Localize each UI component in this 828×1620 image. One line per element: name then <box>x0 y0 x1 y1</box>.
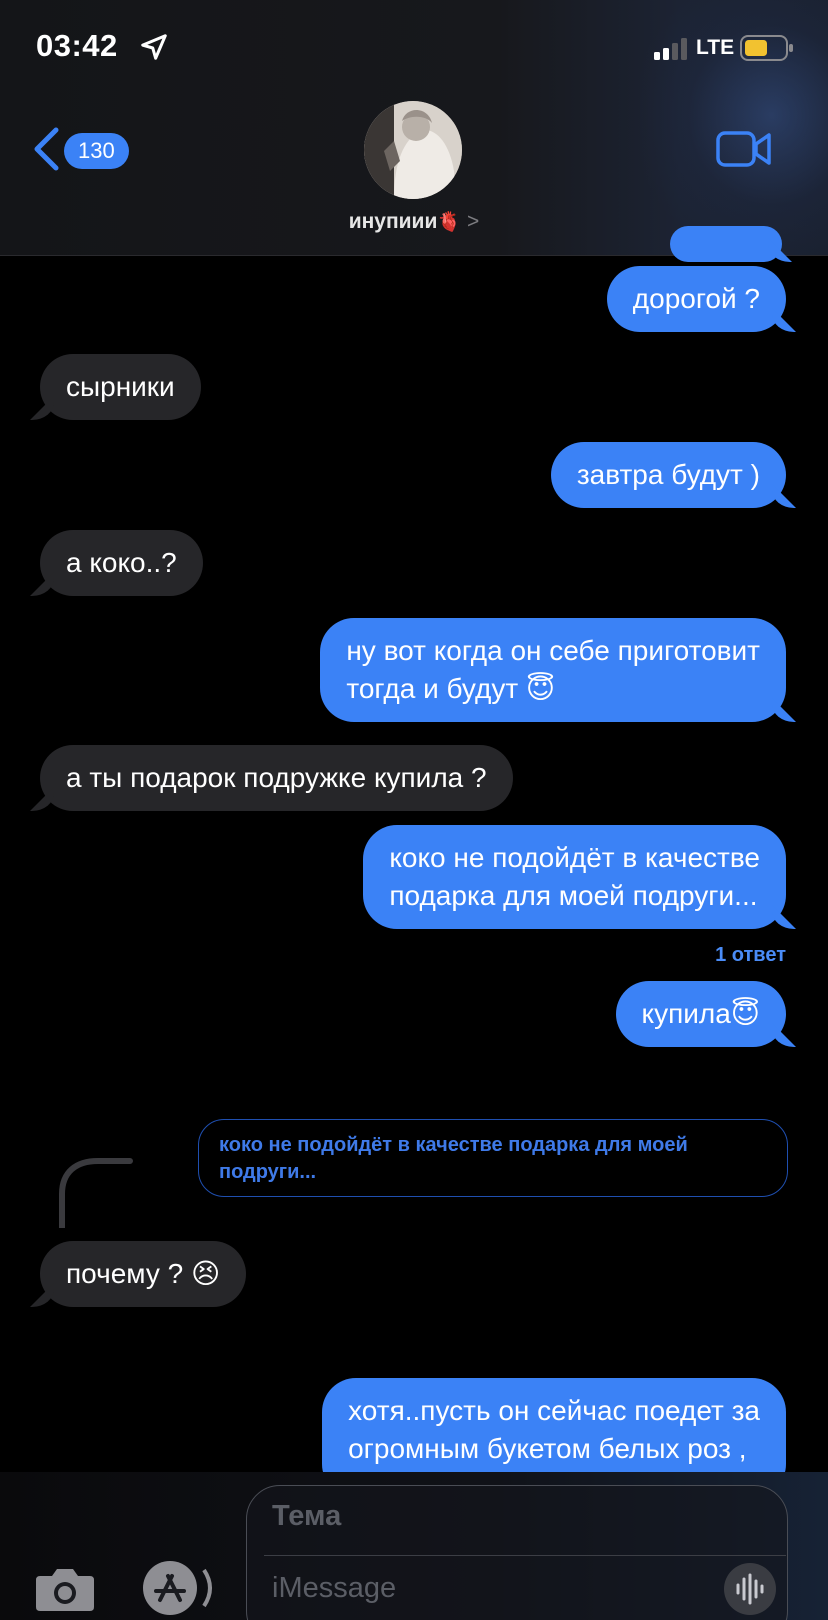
subject-field[interactable]: Тема <box>272 1500 341 1533</box>
message-text-line: тогда и будут 😇 <box>346 673 556 704</box>
message-bubble-outgoing[interactable]: ну вот когда он себе приготовит тогда и … <box>320 618 786 722</box>
imessage-field[interactable]: iMessage <box>272 1572 396 1605</box>
facetime-video-icon[interactable] <box>716 130 772 168</box>
camera-icon[interactable] <box>34 1566 96 1612</box>
message-bubble-incoming[interactable]: а коко..? <box>40 530 203 596</box>
cellular-signal-icon <box>654 38 687 60</box>
heart-emoji: 🫀 <box>437 212 462 233</box>
app-store-icon[interactable] <box>138 1560 214 1616</box>
conversation-header: 03:42 LTE 130 инупиии🫀 > <box>0 0 828 256</box>
message-text-line: хотя..пусть он сейчас поедет за <box>348 1395 760 1426</box>
message-text: а ты подарок подружке купила ? <box>66 762 487 793</box>
message-text-line: подарка для моей подруги... <box>389 880 758 911</box>
contact-details-chevron-icon: > <box>467 210 480 233</box>
back-chevron-icon[interactable] <box>28 124 64 174</box>
reply-count-link[interactable]: 1 ответ <box>715 944 786 967</box>
message-bubble-outgoing[interactable]: дорогой ? <box>606 266 786 332</box>
quoted-reply-preview[interactable]: коко не подойдёт в качестве подарка для … <box>198 1119 788 1197</box>
message-bubble-outgoing[interactable]: завтра будут ) <box>550 442 786 508</box>
reply-thread-connector <box>59 1158 133 1228</box>
message-text: дорогой ? <box>632 283 760 314</box>
message-bubble-outgoing[interactable]: купила😇 <box>615 981 786 1047</box>
message-text-line: огромным букетом белых роз , <box>348 1433 747 1464</box>
message-bubble-incoming[interactable]: а ты подарок подружке купила ? <box>40 745 513 811</box>
message-bubble-incoming[interactable]: почему ? 😣 <box>40 1241 247 1307</box>
message-bubble-partial[interactable] <box>670 226 782 262</box>
composer-divider <box>264 1555 786 1556</box>
message-text: купила😇 <box>641 998 760 1029</box>
audio-message-button[interactable] <box>724 1563 776 1615</box>
message-bubble-incoming[interactable]: сырники <box>40 354 201 420</box>
avatar-photo <box>364 101 462 199</box>
message-bubble-outgoing[interactable]: коко не подойдёт в качестве подарка для … <box>363 825 786 929</box>
message-text-line: ну вот когда он себе приготовит <box>346 635 760 666</box>
waveform-icon <box>736 1573 764 1605</box>
location-arrow-icon <box>141 34 167 60</box>
contact-avatar[interactable] <box>364 101 462 199</box>
message-text: почему ? 😣 <box>66 1258 221 1289</box>
status-time: 03:42 <box>36 28 118 63</box>
contact-name-text: инупиии <box>348 210 438 233</box>
message-text: сырники <box>66 371 175 402</box>
quoted-reply-text: коко не подойдёт в качестве подарка для … <box>219 1134 688 1183</box>
message-text: завтра будут ) <box>576 459 760 490</box>
unread-count-badge[interactable]: 130 <box>64 133 129 169</box>
message-text: а коко..? <box>66 547 177 578</box>
battery-icon <box>740 35 793 61</box>
network-type: LTE <box>696 36 735 59</box>
message-text-line: коко не подойдёт в качестве <box>389 842 760 873</box>
